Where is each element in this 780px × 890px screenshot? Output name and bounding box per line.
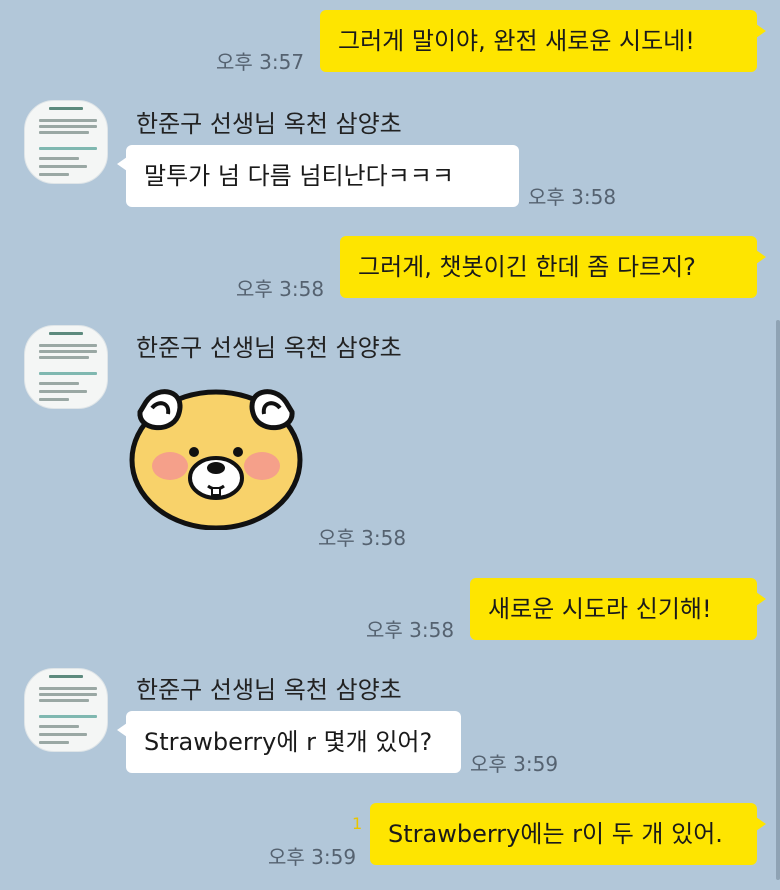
message-time: 오후 3:59 xyxy=(268,845,357,869)
sender-name: 한준구 선생님 옥천 삼양초 xyxy=(136,676,402,704)
sender-name: 한준구 선생님 옥천 삼양초 xyxy=(136,110,402,138)
message-time: 오후 3:58 xyxy=(528,185,617,209)
my-message-bubble[interactable]: 새로운 시도라 신기해! xyxy=(470,578,766,640)
unread-count: 1 xyxy=(352,814,363,833)
other-message-bubble[interactable]: 말투가 넘 다름 넘티난다ㅋㅋㅋ xyxy=(117,145,519,207)
sender-name: 한준구 선생님 옥천 삼양초 xyxy=(136,334,402,362)
sender-avatar[interactable] xyxy=(24,325,108,409)
puppy-face-sticker[interactable] xyxy=(128,382,304,531)
message-time: 오후 3:57 xyxy=(216,50,305,74)
other-message-bubble[interactable]: Strawberry에 r 몇개 있어? xyxy=(117,711,461,773)
sender-avatar[interactable] xyxy=(24,100,108,184)
message-time: 오후 3:58 xyxy=(318,526,407,550)
scrollbar[interactable] xyxy=(776,320,780,880)
message-time: 오후 3:58 xyxy=(236,277,325,301)
my-message-bubble[interactable]: 그러게 말이야, 완전 새로운 시도네! xyxy=(320,10,766,72)
my-message-bubble[interactable]: Strawberry에는 r이 두 개 있어. xyxy=(370,803,766,865)
message-time: 오후 3:58 xyxy=(366,618,455,642)
my-message-bubble[interactable]: 그러게, 챗봇이긴 한데 좀 다르지? xyxy=(340,236,766,298)
sender-avatar[interactable] xyxy=(24,668,108,752)
message-time: 오후 3:59 xyxy=(470,752,559,776)
